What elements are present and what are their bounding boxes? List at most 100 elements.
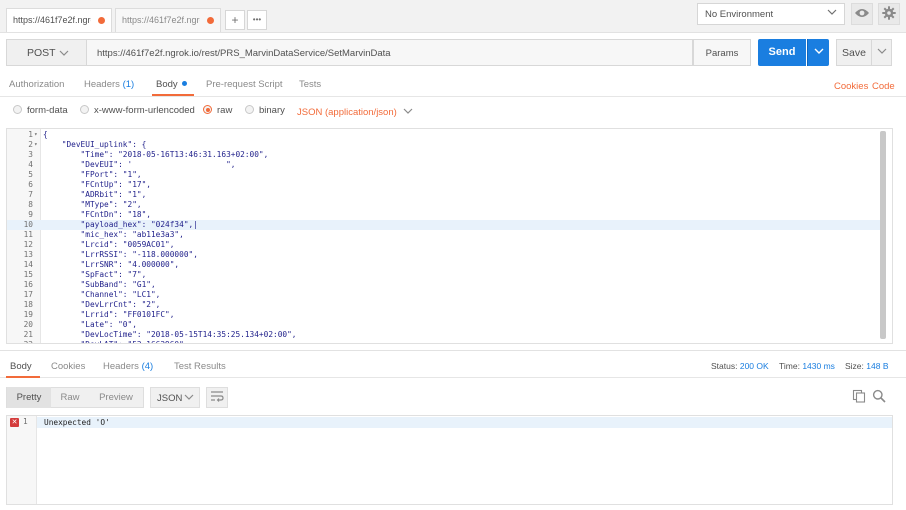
line-number: 11	[23, 230, 33, 239]
response-tab-body[interactable]: Body	[10, 361, 32, 372]
url-input[interactable]: https://461f7e2f.ngrok.io/rest/PRS_Marvi…	[87, 39, 693, 66]
code-line[interactable]: 8 "MType": "2",	[7, 200, 881, 210]
environment-quick-look-button[interactable]	[851, 3, 873, 25]
active-tab-underline	[152, 94, 194, 96]
code-line[interactable]: 7 "ADRbit": "1",	[7, 190, 881, 200]
copy-response-button[interactable]	[851, 389, 867, 405]
cookies-link[interactable]: Cookies	[834, 81, 868, 92]
line-number: 6	[28, 180, 33, 189]
radio-binary[interactable]: binary	[245, 105, 285, 116]
save-button[interactable]: Save	[836, 39, 872, 66]
send-button[interactable]: Send	[758, 39, 806, 66]
radio-form-data[interactable]: form-data	[13, 105, 68, 116]
search-response-button[interactable]	[871, 389, 887, 405]
fold-caret-icon[interactable]: ▾	[34, 140, 38, 150]
fold-caret-icon[interactable]: ▾	[34, 130, 38, 140]
radio-urlencoded[interactable]: x-www-form-urlencoded	[80, 105, 195, 116]
environment-select[interactable]: No Environment	[697, 3, 845, 25]
response-tab-headers-count: (4)	[141, 361, 154, 372]
view-preview-button[interactable]: Preview	[89, 387, 143, 408]
tab-body[interactable]: Body	[156, 79, 187, 90]
wrap-lines-button[interactable]	[206, 387, 228, 408]
code-link[interactable]: Code	[872, 81, 895, 92]
request-tab-2[interactable]: https://461f7e2f.ngrok	[115, 8, 221, 32]
code-line[interactable]: 9 "FCntDn": "18",	[7, 210, 881, 220]
tab-headers-count: (1)	[122, 79, 135, 90]
request-body-editor[interactable]: 1 ▾{2 ▾ "DevEUI_uplink": {3 "Time": "2018-…	[6, 128, 893, 344]
radio-circle-icon	[13, 105, 22, 114]
chevron-down-icon	[877, 46, 887, 59]
tab-tests[interactable]: Tests	[299, 79, 321, 90]
code-line-text: "ADRbit": "1",	[43, 190, 147, 199]
code-line[interactable]: 15 "SpFact": "7",	[7, 270, 881, 280]
tab-strip: https://461f7e2f.ngrok https://461f7e2f.…	[0, 0, 906, 33]
size-value[interactable]: 148 B	[866, 361, 888, 371]
line-number: 3	[28, 150, 33, 159]
code-line[interactable]: 18 "DevLrrCnt": "2",	[7, 300, 881, 310]
code-line[interactable]: 21 "DevLocTime": "2018-05-15T14:35:25.13…	[7, 330, 881, 340]
code-line[interactable]: 16 "SubBand": "G1",	[7, 280, 881, 290]
unsaved-dot-icon	[207, 17, 214, 24]
copy-icon	[852, 389, 866, 406]
line-number: 8	[28, 200, 33, 209]
code-line[interactable]: 22 "DevLAT": "52.1662960"	[7, 340, 881, 343]
code-line[interactable]: 11 "mic_hex": "ab11e3a3",	[7, 230, 881, 240]
code-line[interactable]: 4 "DevEUI": ' ",	[7, 160, 881, 170]
status-value[interactable]: 200 OK	[740, 361, 769, 371]
code-line[interactable]: 6 "FCntUp": "17",	[7, 180, 881, 190]
code-line[interactable]: 19 "Lrrid": "FF0101FC",	[7, 310, 881, 320]
send-options-button[interactable]	[807, 39, 829, 66]
line-number: 2	[28, 140, 33, 149]
code-line-text: "LrrSNR": "4.000000",	[43, 260, 180, 269]
response-body-text: Unexpected 'O'	[44, 418, 110, 427]
new-tab-button[interactable]: +	[225, 10, 245, 30]
response-body-viewer[interactable]: ✕ 1 Unexpected 'O'	[6, 415, 893, 505]
code-line[interactable]: 3 "Time": "2018-05-16T13:46:31.163+02:00…	[7, 150, 881, 160]
request-tab-1[interactable]: https://461f7e2f.ngrok	[6, 8, 112, 32]
tab-prerequest-script[interactable]: Pre-request Script	[206, 79, 283, 90]
code-line[interactable]: 10 "payload_hex": "024f34",|	[7, 220, 881, 230]
save-options-button[interactable]	[871, 39, 892, 66]
params-button[interactable]: Params	[693, 39, 751, 66]
method-value: POST	[27, 47, 56, 59]
content-type-select[interactable]: JSON (application/json)	[297, 106, 413, 119]
method-select[interactable]: POST	[6, 39, 87, 66]
code-line[interactable]: 2 ▾ "DevEUI_uplink": {	[7, 140, 881, 150]
code-line[interactable]: 13 "LrrRSSI": "-118.000000",	[7, 250, 881, 260]
code-line-text: "DevLAT": "52.1662960"	[43, 340, 184, 343]
time-label: Time:	[779, 361, 800, 371]
code-line[interactable]: 12 "Lrcid": "0059AC01",	[7, 240, 881, 250]
code-line-text: "SubBand": "G1",	[43, 280, 156, 289]
status-label: Status:	[711, 361, 738, 371]
code-line[interactable]: 17 "Channel": "LC1",	[7, 290, 881, 300]
radio-form-data-label: form-data	[27, 105, 68, 116]
tab-authorization[interactable]: Authorization	[9, 79, 64, 90]
code-line[interactable]: 5 "FPort": "1",	[7, 170, 881, 180]
response-format-select[interactable]: JSON	[150, 387, 200, 408]
view-pretty-button[interactable]: Pretty	[7, 387, 51, 408]
radio-raw[interactable]: raw	[203, 105, 232, 116]
line-number: 9	[28, 210, 33, 219]
response-tab-test-results[interactable]: Test Results	[174, 361, 226, 372]
response-size: Size: 148 B	[845, 361, 889, 371]
chevron-down-icon	[59, 48, 69, 61]
time-value[interactable]: 1430 ms	[802, 361, 835, 371]
code-line[interactable]: 1 ▾ {	[7, 130, 881, 140]
code-line[interactable]: 14 "LrrSNR": "4.000000",	[7, 260, 881, 270]
editor-scrollbar[interactable]	[880, 131, 886, 339]
manage-environments-button[interactable]	[878, 3, 900, 25]
tab-headers[interactable]: Headers (1)	[84, 79, 134, 90]
response-tab-cookies[interactable]: Cookies	[51, 361, 85, 372]
pane-divider[interactable]	[0, 350, 906, 351]
code-line-text: "Channel": "LC1",	[43, 290, 161, 299]
radio-circle-icon	[245, 105, 254, 114]
line-number: 7	[28, 190, 33, 199]
request-tab-label: https://461f7e2f.ngrok	[13, 15, 91, 25]
line-number: 10	[23, 220, 33, 229]
tab-options-button[interactable]: •••	[247, 10, 267, 30]
code-line[interactable]: 20 "Late": "0",	[7, 320, 881, 330]
gear-icon	[882, 5, 896, 23]
response-tab-headers[interactable]: Headers (4)	[103, 361, 153, 372]
view-raw-button[interactable]: Raw	[51, 387, 89, 408]
response-format-value: JSON	[157, 393, 183, 404]
